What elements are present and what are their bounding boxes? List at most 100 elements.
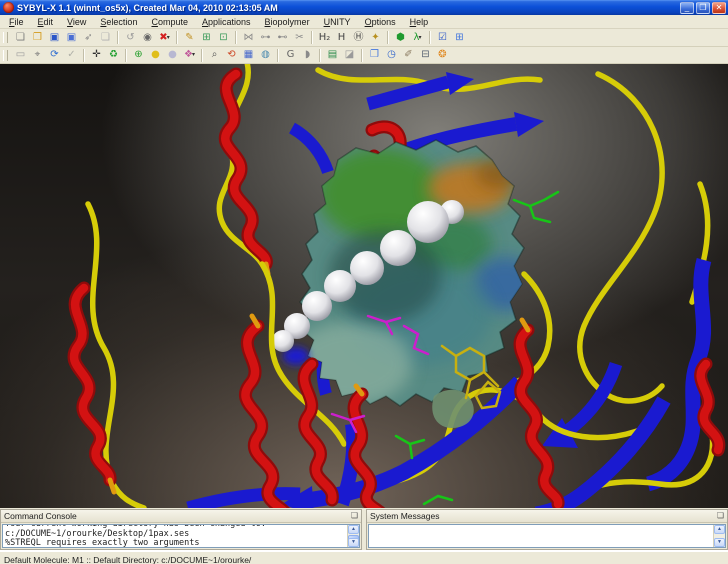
refresh-view-icon[interactable]: ⟳ <box>46 48 63 63</box>
mouse-settings-icon[interactable]: ◗ <box>299 48 316 63</box>
residue-tool-icon[interactable]: λ▾ <box>409 30 426 45</box>
grid-letter-icon[interactable]: G <box>282 48 299 63</box>
undo-ring-icon[interactable]: ↺ <box>122 30 139 45</box>
console-output: Your current working directory has been … <box>5 525 347 547</box>
new-file-icon[interactable]: ❏ <box>12 30 29 45</box>
menu-edit[interactable]: Edit <box>31 17 61 27</box>
globe-select-icon[interactable]: ◍ <box>257 48 274 63</box>
toolbar-separator <box>311 31 313 44</box>
hydrogen-icon[interactable]: H <box>333 30 350 45</box>
system-messages-header[interactable]: System Messages ❏ <box>367 510 727 523</box>
hide-hydrogens-icon[interactable]: Ⓗ <box>350 30 367 45</box>
minimize-button[interactable]: _ <box>680 2 694 14</box>
command-console-body[interactable]: Your current working directory has been … <box>2 524 360 548</box>
title-bar: SYBYL-X 1.1 (winnt_os5x), Created Mar 04… <box>0 0 728 15</box>
toolbar-row-1: ❏❒▣▣➶❏↺◉✖▾✎⊞⊡⋈⊶⊷✂H₂HⒽ✦⬢λ▾☑⊞ <box>0 29 728 47</box>
display-options-icon[interactable]: ▦ <box>240 48 257 63</box>
float-panel-icon[interactable]: ❏ <box>351 512 358 520</box>
edit-pencil-icon[interactable]: ✎ <box>181 30 198 45</box>
sybyl-application-window: SYBYL-X 1.1 (winnt_os5x), Created Mar 04… <box>0 0 728 564</box>
split-molecules-icon[interactable]: ⊷ <box>274 30 291 45</box>
mouse-settings-icon: ◗ <box>305 50 310 60</box>
split-molecules-icon: ⊷ <box>278 33 288 43</box>
float-panel-icon[interactable]: ❏ <box>717 512 724 520</box>
open-folder-icon[interactable]: ❒ <box>29 30 46 45</box>
job-clock-icon: ◷ <box>387 50 396 60</box>
status-text: Default Molecule: M1 :: Default Director… <box>4 555 251 564</box>
cascade-windows-icon[interactable]: ❐ <box>366 48 383 63</box>
menu-biopolymer[interactable]: Biopolymer <box>258 17 317 27</box>
export-file-icon[interactable]: ➶ <box>80 30 97 45</box>
color-palette-icon[interactable]: ❖▾ <box>181 48 198 63</box>
panel-style-icon[interactable]: ▤ <box>324 48 341 63</box>
toolbar-separator <box>319 49 321 62</box>
molecule-3d-viewport[interactable] <box>0 64 728 508</box>
scroll-up-icon[interactable]: ▲ <box>714 525 725 534</box>
toolbar-grip[interactable] <box>3 50 8 61</box>
menu-selection[interactable]: Selection <box>93 17 144 27</box>
dropdown-arrow-icon[interactable]: ▾ <box>167 33 170 43</box>
view-molecule-icon[interactable]: ⊞ <box>198 30 215 45</box>
zoom-tool-icon[interactable]: ⌕ <box>206 48 223 63</box>
protein-ribbon-scene <box>0 64 728 508</box>
merge-molecules-icon[interactable]: ⊶ <box>257 30 274 45</box>
menu-unity[interactable]: UNITY <box>317 17 358 27</box>
system-messages-body[interactable]: ▲ ▼ <box>368 524 726 548</box>
rotate-tool-icon[interactable]: ⟲ <box>223 48 240 63</box>
panel-style-icon: ▤ <box>328 50 337 60</box>
restore-button[interactable]: ❐ <box>696 2 710 14</box>
screen-capture-icon: ▭ <box>16 50 25 60</box>
console-scrollbar[interactable]: ▲ ▼ <box>347 525 359 547</box>
menu-compute[interactable]: Compute <box>144 17 195 27</box>
menu-help[interactable]: Help <box>403 17 436 27</box>
save-icon[interactable]: ▣ <box>46 30 63 45</box>
scroll-down-icon[interactable]: ▼ <box>348 538 359 547</box>
menu-file[interactable]: File <box>2 17 31 27</box>
join-molecules-icon[interactable]: ⋈ <box>240 30 257 45</box>
fit-frame-icon[interactable]: ⌖ <box>29 48 46 63</box>
menu-applications[interactable]: Applications <box>195 17 258 27</box>
dropdown-arrow-icon[interactable]: ▾ <box>418 33 421 43</box>
key-tool-icon[interactable]: ✦ <box>367 30 384 45</box>
toolbar-grip[interactable] <box>3 32 8 43</box>
fit-view-icon[interactable]: ⊡ <box>215 30 232 45</box>
eraser-icon[interactable]: ◪ <box>341 48 358 63</box>
translate-mode-icon[interactable]: ✛ <box>88 48 105 63</box>
system-messages-scrollbar[interactable]: ▲ ▼ <box>713 525 725 547</box>
unity-gem-icon[interactable]: ⬢ <box>392 30 409 45</box>
monitor-molecule-icon[interactable]: ⊟ <box>417 48 434 63</box>
toolbar-separator <box>83 49 85 62</box>
snapshot-camera-icon[interactable]: ◉ <box>139 30 156 45</box>
molecular-table-icon[interactable]: ⊞ <box>451 30 468 45</box>
dropdown-arrow-icon[interactable]: ▾ <box>192 50 195 60</box>
edit-pencil-icon: ✎ <box>185 33 193 43</box>
merge-molecules-icon: ⊶ <box>261 33 271 43</box>
print-file-icon: ❏ <box>101 33 110 43</box>
sybyl-molecule-icon <box>3 2 14 13</box>
table-select-icon[interactable]: ☑ <box>434 30 451 45</box>
save-as-icon: ▣ <box>67 33 76 43</box>
system-messages-title: System Messages <box>370 511 717 521</box>
recycle-view-icon[interactable]: ♻ <box>105 48 122 63</box>
brush-tool-icon[interactable]: ✐ <box>400 48 417 63</box>
scroll-down-icon[interactable]: ▼ <box>714 538 725 547</box>
apply-check-icon[interactable]: ✓ <box>63 48 80 63</box>
close-button[interactable]: ✕ <box>712 2 726 14</box>
menu-view[interactable]: View <box>60 17 93 27</box>
scroll-up-icon[interactable]: ▲ <box>348 525 359 534</box>
new-light-icon[interactable]: ⊕ <box>130 48 147 63</box>
print-file-icon[interactable]: ❏ <box>97 30 114 45</box>
menu-options[interactable]: Options <box>358 17 403 27</box>
light-on-icon[interactable]: ● <box>147 48 164 63</box>
light-off-icon[interactable]: ● <box>164 48 181 63</box>
cut-bond-icon[interactable]: ✂ <box>291 30 308 45</box>
save-as-icon[interactable]: ▣ <box>63 30 80 45</box>
light-on-icon: ● <box>151 50 160 60</box>
job-clock-icon[interactable]: ◷ <box>383 48 400 63</box>
palette-search-icon[interactable]: ❂ <box>434 48 451 63</box>
command-console-header[interactable]: Command Console ❏ <box>1 510 361 523</box>
add-hydrogens-icon[interactable]: H₂ <box>316 30 333 45</box>
screen-capture-icon[interactable]: ▭ <box>12 48 29 63</box>
command-console-panel: Command Console ❏ Your current working d… <box>0 509 362 550</box>
delete-x-icon[interactable]: ✖▾ <box>156 30 173 45</box>
